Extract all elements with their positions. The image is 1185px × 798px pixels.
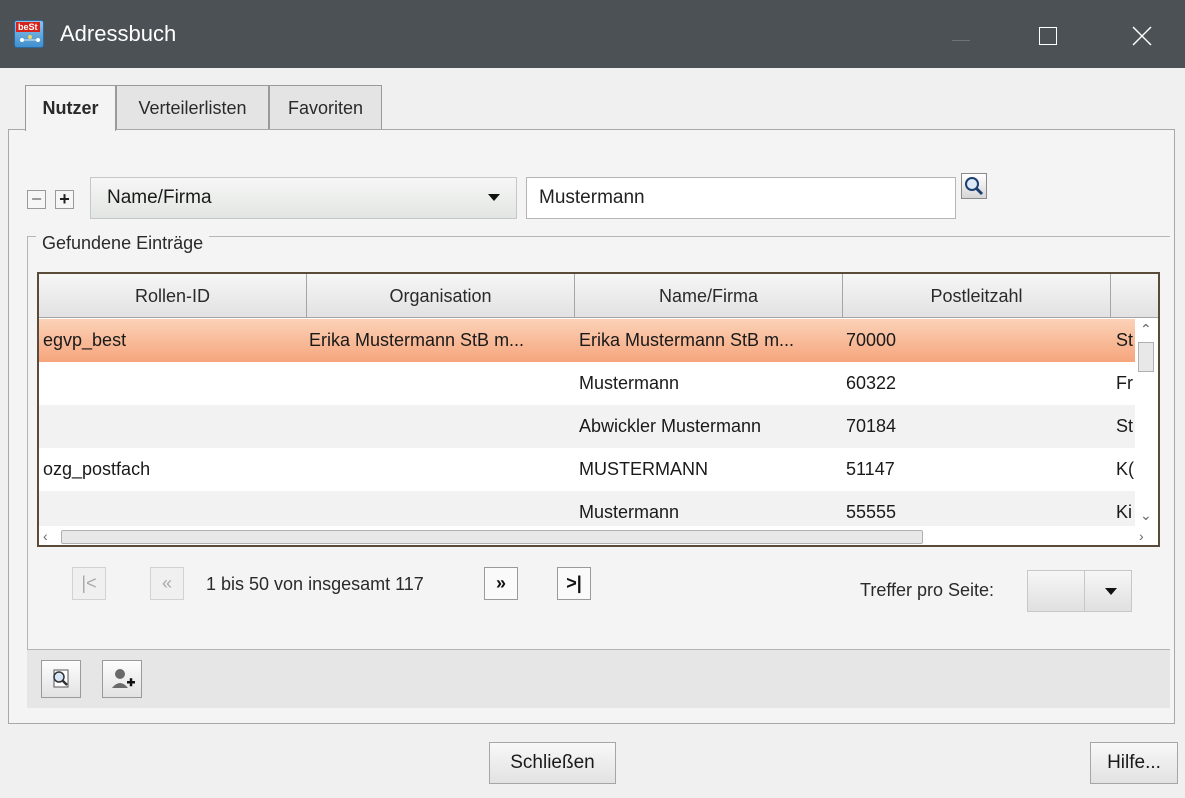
search-field-select[interactable]: Name/Firma: [90, 177, 517, 219]
cell-postleitzahl: 70184: [846, 416, 897, 436]
cell-name-firma: Mustermann: [579, 502, 680, 522]
app-icon-badge: beSt: [16, 22, 40, 32]
column-header-postleitzahl[interactable]: Postleitzahl: [843, 274, 1111, 318]
cell-organisation: [309, 405, 575, 448]
table-row[interactable]: Mustermann 55555 Ki: [39, 491, 1135, 526]
close-button[interactable]: Schließen: [489, 742, 616, 784]
maximize-icon: [1039, 27, 1057, 45]
title-bar: beSt Adressbuch: [0, 0, 1185, 68]
column-header-organisation[interactable]: Organisation: [307, 274, 575, 318]
app-icon: beSt: [14, 20, 44, 48]
minimize-button[interactable]: [930, 0, 994, 68]
table-row[interactable]: ozg_postfach MUSTERMANN 51147 K(: [39, 448, 1135, 491]
first-page-button[interactable]: |<: [72, 567, 106, 600]
maximize-button[interactable]: [1017, 0, 1081, 68]
results-legend: Gefundene Einträge: [36, 233, 210, 254]
search-field-selected: Name/Firma: [107, 187, 212, 208]
cell-rollen-id: [43, 491, 305, 526]
cell-name-firma: Erika Mustermann StB m...: [579, 330, 795, 350]
add-criterion-button[interactable]: +: [55, 190, 74, 209]
cell-postleitzahl: 55555: [846, 502, 897, 522]
tab-nutzer[interactable]: Nutzer: [25, 85, 116, 131]
magnifier-document-icon: [53, 669, 69, 688]
horizontal-scrollbar[interactable]: ‹ ›: [39, 526, 1158, 545]
vertical-scroll-thumb[interactable]: [1138, 342, 1154, 372]
scroll-up-icon[interactable]: ⌃: [1140, 322, 1152, 336]
results-table: Rollen-ID Organisation Name/Firma Postle…: [37, 272, 1160, 547]
cell-rollen-id: [43, 405, 305, 448]
horizontal-scroll-thumb[interactable]: [61, 530, 923, 544]
cell-organisation: [309, 362, 575, 405]
cell-organisation: Erika Mustermann StB m...: [309, 330, 525, 350]
search-button[interactable]: [961, 173, 987, 199]
pagination-status: 1 bis 50 von insgesamt 117: [206, 574, 424, 594]
cell-rollen-id: [43, 362, 305, 405]
minimize-icon: [952, 40, 970, 41]
remove-criterion-button[interactable]: −: [27, 190, 46, 209]
scroll-left-icon[interactable]: ‹: [43, 529, 48, 543]
toolbar: [27, 650, 1170, 708]
cell-postleitzahl: 51147: [846, 459, 895, 479]
table-row[interactable]: Mustermann 60322 Fr: [39, 362, 1135, 405]
cell-ort: St: [1116, 416, 1134, 436]
close-window-button[interactable]: [1110, 0, 1174, 68]
close-icon: [1132, 26, 1152, 46]
add-user-button[interactable]: [102, 660, 142, 698]
table-header: Rollen-ID Organisation Name/Firma Postle…: [39, 274, 1158, 318]
vertical-scrollbar[interactable]: ⌃ ⌄: [1135, 320, 1156, 526]
cell-postleitzahl: 70000: [846, 330, 897, 350]
tab-verteilerlisten[interactable]: Verteilerlisten: [116, 85, 269, 129]
cell-name-firma: Abwickler Mustermann: [579, 416, 762, 436]
cell-ort: Fr: [1116, 373, 1133, 393]
search-input[interactable]: [526, 177, 956, 219]
column-header-name-firma[interactable]: Name/Firma: [575, 274, 843, 318]
per-page-label: Treffer pro Seite:: [860, 580, 995, 600]
help-button[interactable]: Hilfe...: [1090, 742, 1178, 784]
cell-ort: St: [1116, 330, 1134, 350]
cell-postleitzahl: 60322: [846, 373, 897, 393]
next-page-button[interactable]: »: [484, 567, 518, 600]
select-divider: [1084, 571, 1085, 611]
cell-rollen-id: egvp_best: [43, 330, 127, 350]
scroll-right-icon[interactable]: ›: [1139, 529, 1144, 543]
column-header-ort[interactable]: [1111, 274, 1158, 318]
cell-organisation: [309, 491, 575, 526]
search-icon: [965, 177, 984, 196]
tab-favoriten[interactable]: Favoriten: [269, 85, 382, 129]
dropdown-arrow-icon: [488, 194, 500, 201]
cell-organisation: [309, 448, 575, 491]
details-button[interactable]: [41, 660, 81, 698]
table-row[interactable]: Abwickler Mustermann 70184 St: [39, 405, 1135, 448]
scroll-down-icon[interactable]: ⌄: [1140, 508, 1152, 522]
column-header-rollen-id[interactable]: Rollen-ID: [39, 274, 307, 318]
cell-name-firma: Mustermann: [579, 373, 680, 393]
app-icon-graphic: [20, 35, 40, 42]
cell-rollen-id: ozg_postfach: [43, 459, 151, 479]
add-user-icon: [112, 669, 135, 688]
cell-name-firma: MUSTERMANN: [579, 459, 708, 479]
last-page-button[interactable]: >|: [557, 567, 591, 600]
cell-ort: K(: [1116, 459, 1134, 479]
window-title: Adressbuch: [60, 21, 177, 46]
table-row[interactable]: egvp_best Erika Mustermann StB m... Erik…: [39, 319, 1135, 362]
previous-page-button[interactable]: «: [150, 567, 184, 600]
cell-ort: Ki: [1116, 502, 1133, 522]
per-page-select[interactable]: [1027, 570, 1132, 612]
dropdown-arrow-icon: [1105, 588, 1117, 595]
